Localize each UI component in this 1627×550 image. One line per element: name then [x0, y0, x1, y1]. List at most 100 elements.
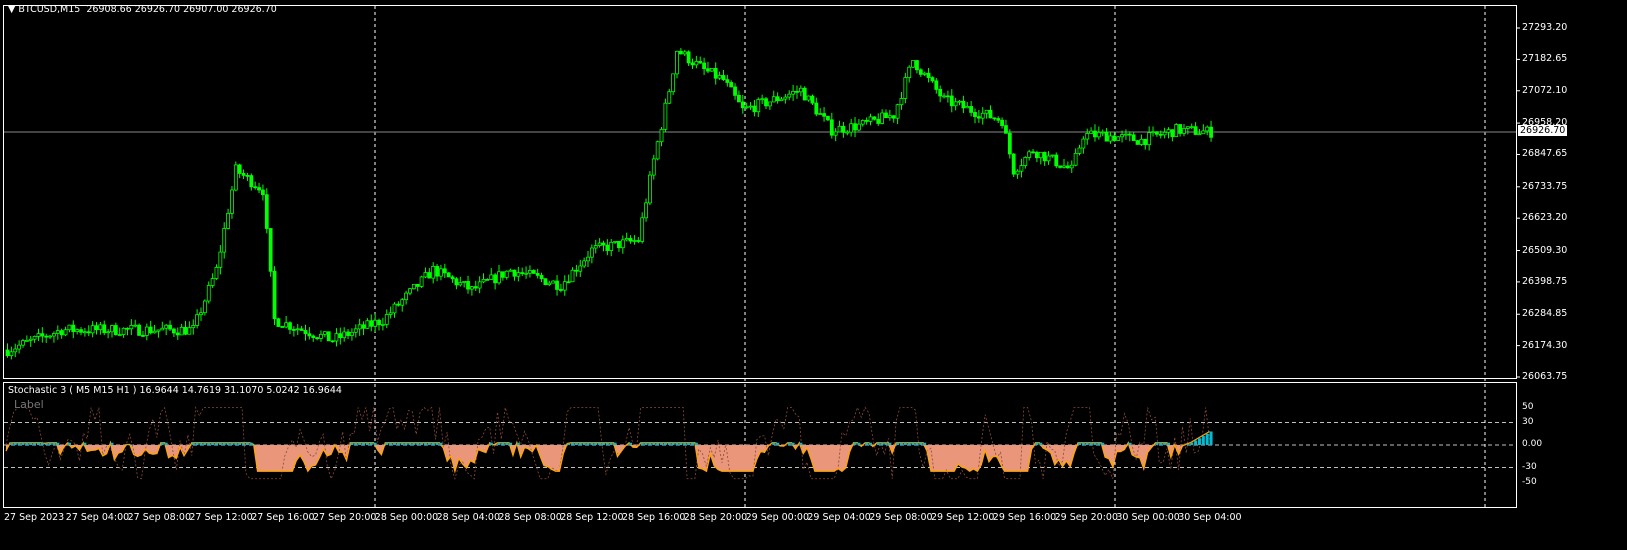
- oscillator-positive-bar: [590, 442, 594, 445]
- candle-body: [322, 331, 327, 335]
- candle-body: [709, 68, 714, 72]
- oscillator-positive-bar: [36, 442, 40, 445]
- indicator-tick-label: 50: [1522, 401, 1534, 412]
- oscillator-positive-bar: [578, 442, 582, 445]
- candle-body: [408, 288, 412, 294]
- indicator-title: Stochastic 3 ( M5 M15 H1 ) 16.9644 14.76…: [8, 385, 342, 396]
- candle-body: [288, 322, 292, 330]
- candle-body: [1050, 154, 1055, 157]
- oscillator-positive-bar: [1201, 436, 1205, 445]
- oscillator-positive-bar: [404, 442, 408, 445]
- price-tick-label: 26847.65: [1522, 148, 1568, 160]
- oscillator-positive-bar: [218, 442, 222, 445]
- oscillator-positive-bar: [869, 442, 873, 445]
- candle-body: [195, 314, 200, 326]
- candle-body: [570, 269, 575, 283]
- candle-body: [926, 72, 931, 78]
- candle-body: [791, 90, 796, 95]
- candle-body: [543, 278, 548, 286]
- candle-body: [814, 102, 819, 115]
- price-tick-label: 26733.75: [1522, 180, 1568, 192]
- oscillator-positive-bar: [919, 442, 923, 445]
- candle-body: [276, 318, 281, 327]
- candle-body: [752, 105, 757, 113]
- candle-body: [578, 265, 583, 272]
- oscillator-positive-bar: [17, 442, 21, 445]
- candle-body: [798, 87, 803, 93]
- candle-body: [760, 98, 765, 101]
- candle-body: [531, 270, 536, 274]
- candle-body: [744, 106, 749, 109]
- time-tick-label: 29 Sep 08:00: [869, 512, 933, 523]
- oscillator-positive-bar: [516, 442, 520, 445]
- candle-body: [713, 68, 718, 79]
- candle-body: [365, 320, 370, 329]
- oscillator-positive-bar: [799, 442, 803, 445]
- candle-body: [330, 340, 335, 343]
- candle-body: [1073, 152, 1078, 166]
- time-tick-label: 29 Sep 04:00: [807, 512, 871, 523]
- candle-body: [1162, 131, 1167, 136]
- candle-body: [729, 82, 734, 88]
- candle-body: [1019, 165, 1024, 172]
- candle-body: [226, 212, 230, 229]
- candle-body: [466, 281, 470, 290]
- candle-body: [28, 338, 33, 341]
- candle-body: [1170, 129, 1175, 138]
- oscillator-positive-bar: [389, 442, 393, 445]
- candle-body: [880, 112, 885, 124]
- price-tick-label: 26509.30: [1522, 244, 1568, 256]
- candle-body: [1174, 124, 1179, 138]
- candle-body: [202, 300, 207, 314]
- oscillator-positive-bar: [1155, 442, 1159, 445]
- candle-body: [423, 272, 428, 278]
- candle-body: [1038, 151, 1043, 159]
- candle-body: [500, 271, 505, 278]
- oscillator-positive-bar: [644, 442, 648, 445]
- oscillator-positive-bar: [876, 442, 880, 445]
- time-tick-label: 27 Sep 08:00: [127, 512, 192, 523]
- oscillator-positive-bar: [667, 442, 671, 445]
- candle-body: [733, 86, 737, 96]
- candle-body: [539, 275, 544, 280]
- price-tick-label: 26063.75: [1522, 371, 1568, 382]
- oscillator-positive-bar: [207, 442, 211, 445]
- oscillator-positive-bar: [416, 442, 420, 445]
- candle-body: [795, 90, 799, 93]
- time-tick-label: 29 Sep 00:00: [745, 512, 810, 523]
- candle-body: [411, 283, 416, 290]
- candle-body: [702, 62, 706, 70]
- candle-body: [682, 51, 687, 55]
- candle-body: [1185, 126, 1190, 129]
- candle-body: [617, 240, 621, 249]
- candle-body: [442, 268, 447, 274]
- oscillator-positive-bar: [431, 442, 435, 445]
- oscillator-positive-bar: [33, 442, 37, 445]
- candle-body: [435, 265, 439, 277]
- oscillator-positive-bar: [509, 442, 513, 445]
- chart-canvas[interactable]: [0, 0, 1627, 550]
- oscillator-positive-bar: [679, 442, 683, 445]
- candle-body: [818, 113, 823, 115]
- candle-body: [686, 51, 691, 64]
- candle-body: [903, 77, 908, 99]
- candle-body: [1085, 133, 1090, 140]
- indicator-tick-label: -50: [1522, 476, 1537, 487]
- candle-body: [767, 101, 772, 107]
- oscillator-positive-bar: [195, 442, 199, 445]
- time-tick-label: 29 Sep 16:00: [992, 512, 1057, 523]
- candle-body: [71, 324, 76, 332]
- price-tick-label: 26398.75: [1522, 275, 1568, 287]
- candle-body: [1046, 155, 1051, 162]
- candle-body: [973, 112, 977, 118]
- oscillator-positive-bar: [412, 442, 416, 445]
- oscillator-positive-bar: [907, 442, 911, 445]
- candle-body: [1011, 153, 1016, 175]
- candle-body: [918, 69, 923, 75]
- candle-body: [884, 112, 888, 119]
- candle-body: [589, 247, 594, 258]
- candle-body: [783, 96, 788, 100]
- candle-body: [353, 328, 358, 333]
- candle-body: [175, 332, 180, 336]
- candle-body: [13, 348, 18, 353]
